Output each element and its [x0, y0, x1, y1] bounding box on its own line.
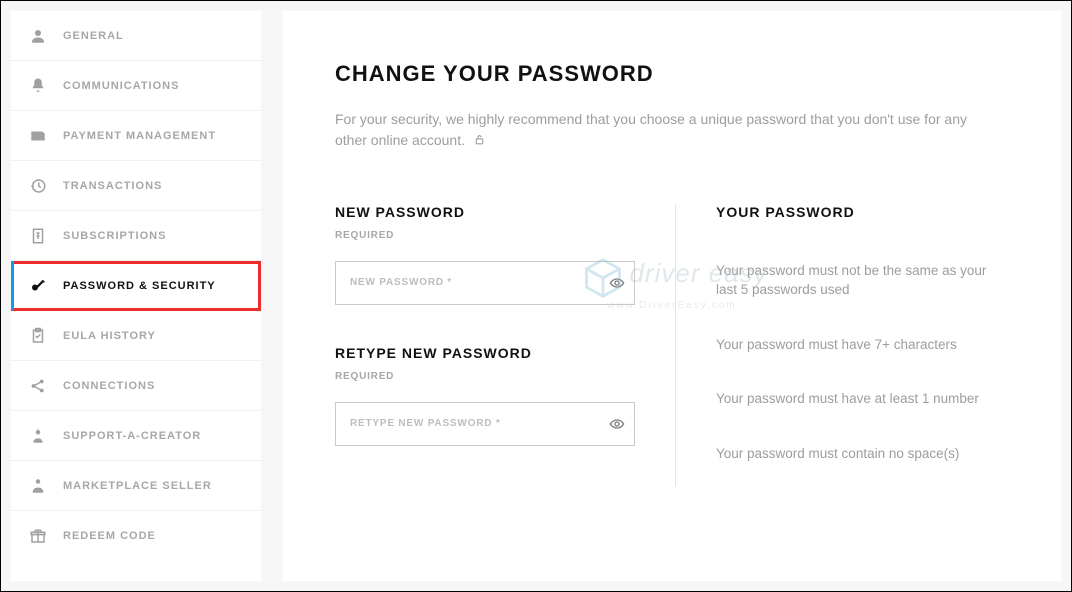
- sidebar-item-subscriptions[interactable]: SUBSCRIPTIONS: [11, 211, 261, 261]
- rule-item: Your password must have at least 1 numbe…: [716, 390, 1009, 409]
- page-description: For your security, we highly recommend t…: [335, 109, 995, 152]
- sidebar-item-label: PASSWORD & SECURITY: [63, 280, 216, 292]
- wallet-icon: [29, 127, 47, 145]
- share-icon: [29, 377, 47, 395]
- new-password-required-label: REQUIRED: [335, 230, 675, 241]
- gift-icon: [29, 527, 47, 545]
- lock-icon: [473, 131, 486, 152]
- sidebar-item-label: COMMUNICATIONS: [63, 80, 179, 92]
- main-panel: CHANGE YOUR PASSWORD For your security, …: [283, 11, 1061, 581]
- retype-password-input[interactable]: [335, 402, 635, 446]
- receipt-icon: [29, 227, 47, 245]
- sidebar-item-label: TRANSACTIONS: [63, 180, 162, 192]
- retype-password-block: RETYPE NEW PASSWORD REQUIRED: [335, 345, 675, 446]
- new-password-header: NEW PASSWORD: [335, 204, 675, 220]
- retype-password-required-label: REQUIRED: [335, 371, 675, 382]
- sidebar-item-transactions[interactable]: TRANSACTIONS: [11, 161, 261, 211]
- rule-item: Your password must have 7+ characters: [716, 336, 1009, 355]
- toggle-visibility-icon[interactable]: [609, 275, 625, 291]
- sidebar-item-payment-management[interactable]: PAYMENT MANAGEMENT: [11, 111, 261, 161]
- active-indicator: [11, 261, 14, 310]
- sidebar-item-label: EULA HISTORY: [63, 330, 156, 342]
- page-title: CHANGE YOUR PASSWORD: [335, 61, 1009, 87]
- history-icon: [29, 177, 47, 195]
- sidebar-item-label: SUBSCRIPTIONS: [63, 230, 166, 242]
- sidebar-item-label: SUPPORT-A-CREATOR: [63, 430, 201, 442]
- new-password-block: NEW PASSWORD REQUIRED: [335, 204, 675, 305]
- password-form-column: NEW PASSWORD REQUIRED RETYPE NEW PASSWOR…: [335, 204, 675, 486]
- retype-password-header: RETYPE NEW PASSWORD: [335, 345, 675, 361]
- sidebar-item-label: PAYMENT MANAGEMENT: [63, 130, 216, 142]
- new-password-input[interactable]: [335, 261, 635, 305]
- storefront-icon: [29, 477, 47, 495]
- sidebar-item-label: GENERAL: [63, 30, 124, 42]
- sidebar-item-communications[interactable]: COMMUNICATIONS: [11, 61, 261, 111]
- sidebar-item-password-security[interactable]: PASSWORD & SECURITY: [11, 261, 261, 311]
- sidebar-item-support-a-creator[interactable]: SUPPORT-A-CREATOR: [11, 411, 261, 461]
- clipboard-icon: [29, 327, 47, 345]
- key-icon: [29, 277, 47, 295]
- creator-icon: [29, 427, 47, 445]
- bell-icon: [29, 77, 47, 95]
- sidebar: GENERAL COMMUNICATIONS PAYMENT MANAGEMEN…: [11, 11, 261, 581]
- person-icon: [29, 27, 47, 45]
- sidebar-item-label: REDEEM CODE: [63, 530, 156, 542]
- rule-item: Your password must not be the same as yo…: [716, 262, 1009, 300]
- sidebar-item-label: MARKETPLACE SELLER: [63, 480, 212, 492]
- sidebar-item-label: CONNECTIONS: [63, 380, 155, 392]
- rules-header: YOUR PASSWORD: [716, 204, 1009, 220]
- sidebar-item-general[interactable]: GENERAL: [11, 11, 261, 61]
- rule-item: Your password must contain no space(s): [716, 445, 1009, 464]
- toggle-visibility-icon[interactable]: [609, 416, 625, 432]
- sidebar-item-redeem-code[interactable]: REDEEM CODE: [11, 511, 261, 561]
- sidebar-item-marketplace-seller[interactable]: MARKETPLACE SELLER: [11, 461, 261, 511]
- password-rules-column: YOUR PASSWORD Your password must not be …: [675, 204, 1009, 486]
- sidebar-item-eula-history[interactable]: EULA HISTORY: [11, 311, 261, 361]
- sidebar-item-connections[interactable]: CONNECTIONS: [11, 361, 261, 411]
- page-description-text: For your security, we highly recommend t…: [335, 111, 967, 148]
